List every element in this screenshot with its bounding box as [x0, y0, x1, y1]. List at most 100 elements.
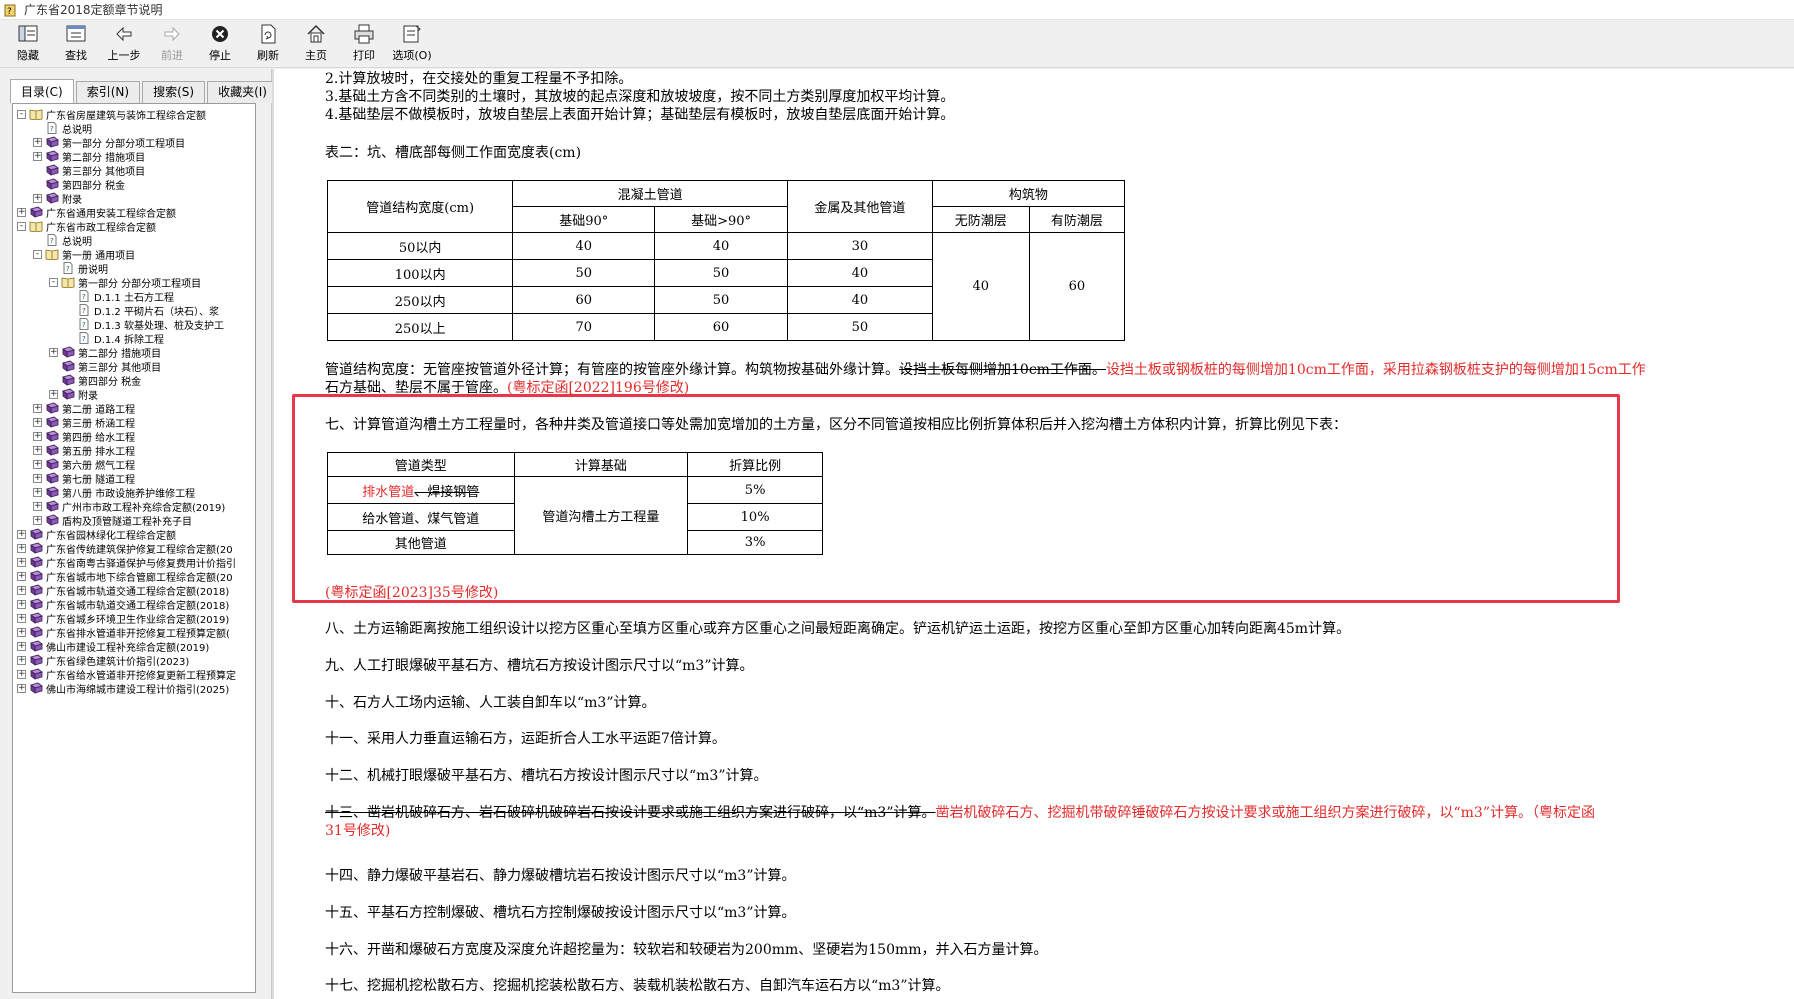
tree-item[interactable]: 第三部分 其他项目	[33, 163, 255, 178]
expand-icon[interactable]: +	[33, 515, 42, 525]
tree-item[interactable]: + 第二册 道路工程	[33, 401, 255, 416]
tree-item[interactable]: ? D.1.1 土石方工程	[65, 289, 255, 304]
tree-item[interactable]: - 第一册 通用项目	[33, 247, 255, 262]
expand-icon[interactable]: +	[17, 599, 26, 609]
tree-item[interactable]: + 第一部分 分部分项工程项目	[33, 135, 255, 150]
page-icon: ?	[77, 304, 91, 316]
home-button[interactable]: 主页	[292, 20, 340, 66]
tree-item[interactable]: + 广东省通用安装工程综合定额	[17, 205, 255, 220]
collapse-icon[interactable]: -	[17, 109, 26, 119]
tree-item[interactable]: + 广东省城市地下综合管廊工程综合定额(20	[17, 569, 255, 584]
highlight-rectangle	[292, 394, 1620, 603]
hide-button[interactable]: 隐藏	[4, 20, 52, 66]
expand-icon[interactable]: +	[33, 137, 42, 147]
tree-item[interactable]: + 广州市市政工程补充综合定额(2019)	[33, 499, 255, 514]
find-button[interactable]: 查找	[52, 20, 100, 66]
expand-icon[interactable]: +	[17, 557, 26, 567]
tree-item[interactable]: ? D.1.4 拆除工程	[65, 331, 255, 346]
tree-item[interactable]: ? 册说明	[49, 261, 255, 276]
svg-text:?: ?	[7, 7, 12, 17]
expand-icon[interactable]: +	[33, 501, 42, 511]
tree-item[interactable]: ? D.1.3 软基处理、桩及支护工	[65, 317, 255, 332]
tree-item[interactable]: + 第七册 隧道工程	[33, 471, 255, 486]
refresh-button[interactable]: 刷新	[244, 20, 292, 66]
home-icon	[307, 24, 325, 43]
back-button[interactable]: 上一步	[100, 20, 148, 66]
expand-icon[interactable]: +	[17, 571, 26, 581]
expand-icon[interactable]: +	[33, 151, 42, 161]
tree-item[interactable]: + 广东省南粤古驿道保护与修复费用计价指引	[17, 555, 255, 570]
tree-item[interactable]: + 第八册 市政设施养护维修工程	[33, 485, 255, 500]
forward-button[interactable]: 前进	[148, 20, 196, 66]
expand-icon[interactable]: +	[17, 669, 26, 679]
tree-item[interactable]: + 第六册 燃气工程	[33, 457, 255, 472]
print-button[interactable]: 打印	[340, 20, 388, 66]
tree-item[interactable]: + 广东省排水管道非开挖修复工程预算定额(	[17, 625, 255, 640]
tree-item[interactable]: 第四部分 税金	[49, 373, 255, 388]
expand-icon[interactable]: +	[33, 473, 42, 483]
tree-item[interactable]: ? D.1.2 平砌片石（块石）、浆	[65, 303, 255, 318]
tree-item[interactable]: + 佛山市建设工程补充综合定额(2019)	[17, 639, 255, 654]
expand-icon[interactable]: +	[49, 389, 58, 399]
tree-item[interactable]: + 第五册 排水工程	[33, 443, 255, 458]
stop-button[interactable]: 停止	[196, 20, 244, 66]
book-open-icon	[29, 220, 43, 232]
expand-icon[interactable]: +	[17, 207, 26, 217]
options-button[interactable]: 选项(O)	[388, 20, 436, 66]
expand-icon[interactable]: +	[33, 193, 42, 203]
tree-item[interactable]: - 广东省房屋建筑与装饰工程综合定额	[17, 107, 255, 122]
tree-item[interactable]: + 盾构及顶管隧道工程补充子目	[33, 513, 255, 528]
tab-search[interactable]: 搜索(S)	[142, 81, 206, 103]
tab-contents[interactable]: 目录(C)	[10, 79, 74, 103]
expand-icon[interactable]: +	[33, 417, 42, 427]
expand-icon[interactable]: +	[17, 641, 26, 651]
tree-item[interactable]: + 第四册 给水工程	[33, 429, 255, 444]
collapse-icon[interactable]: -	[17, 221, 26, 231]
expand-icon[interactable]: +	[33, 431, 42, 441]
tree-item[interactable]: - 第一部分 分部分项工程项目	[49, 275, 255, 290]
tree-item[interactable]: + 广东省给水管道非开挖修复更新工程预算定	[17, 667, 255, 682]
tree-item[interactable]: + 第三册 桥涵工程	[33, 415, 255, 430]
book-closed-icon	[29, 626, 43, 638]
tree-item[interactable]: + 广东省城市轨道交通工程综合定额(2018)	[17, 583, 255, 598]
tree-item[interactable]: + 广东省园林绿化工程综合定额	[17, 527, 255, 542]
tree-item[interactable]: + 广东省绿色建筑计价指引(2023)	[17, 653, 255, 668]
tree-item[interactable]: + 附录	[49, 387, 255, 402]
tree-item[interactable]: 第三部分 其他项目	[49, 359, 255, 374]
tree-item[interactable]: + 附录	[33, 191, 255, 206]
tree-item[interactable]: ? 总说明	[33, 121, 255, 136]
tree-item[interactable]: + 广东省城市轨道交通工程综合定额(2018)	[17, 597, 255, 612]
expand-icon[interactable]: +	[17, 655, 26, 665]
collapse-icon[interactable]: -	[33, 249, 42, 259]
tab-favorites[interactable]: 收藏夹(I)	[207, 81, 278, 103]
expand-icon[interactable]: +	[17, 529, 26, 539]
expand-icon[interactable]: +	[33, 403, 42, 413]
tab-index[interactable]: 索引(N)	[75, 81, 141, 103]
expand-icon[interactable]: +	[33, 459, 42, 469]
tree-item[interactable]: - 广东省市政工程综合定额	[17, 219, 255, 234]
collapse-icon[interactable]: -	[49, 277, 58, 287]
tree-item[interactable]: + 佛山市海绵城市建设工程计价指引(2025)	[17, 681, 255, 696]
tree-item[interactable]: + 广东省城乡环境卫生作业综合定额(2019)	[17, 611, 255, 626]
expand-icon[interactable]: +	[17, 627, 26, 637]
book-closed-icon	[29, 556, 43, 568]
expand-icon[interactable]: +	[33, 445, 42, 455]
expand-icon[interactable]: +	[17, 585, 26, 595]
tree-item[interactable]: + 第二部分 措施项目	[49, 345, 255, 360]
expand-icon[interactable]: +	[17, 683, 26, 693]
tree-item[interactable]: 第四部分 税金	[33, 177, 255, 192]
expand-icon[interactable]: +	[49, 347, 58, 357]
forward-label: 前进	[161, 49, 183, 62]
tree-item[interactable]: ? 总说明	[33, 233, 255, 248]
svg-text:?: ?	[82, 307, 86, 315]
tree-item[interactable]: + 第二部分 措施项目	[33, 149, 255, 164]
expand-icon[interactable]: +	[33, 487, 42, 497]
expand-icon[interactable]: +	[17, 613, 26, 623]
tree-item-label: 第四部分 税金	[78, 376, 142, 388]
book-closed-icon	[45, 514, 59, 526]
contents-tree[interactable]: - 广东省房屋建筑与装饰工程综合定额? 总说明 + 第一部分 分部分项工程项目 + 第二部分…	[12, 103, 256, 993]
expand-icon[interactable]: +	[17, 543, 26, 553]
section-16-paragraph: 十六、开凿和爆破石方宽度及深度允许超挖量为：较软岩和较硬岩为200mm、坚硬岩为…	[325, 942, 1048, 958]
tree-item[interactable]: + 广东省传统建筑保护修复工程综合定额(20	[17, 541, 255, 556]
nav-tabs: 目录(C) 索引(N) 搜索(S) 收藏夹(I)	[10, 79, 280, 103]
